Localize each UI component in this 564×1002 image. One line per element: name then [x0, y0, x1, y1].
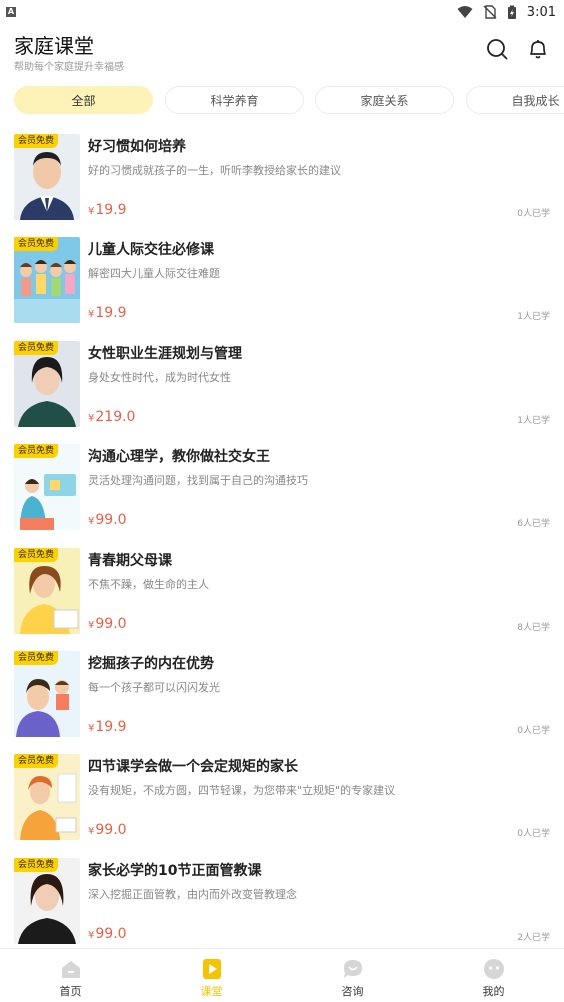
course-title: 家长必学的10节正面管教课 [88, 862, 262, 879]
play-icon [201, 958, 223, 980]
course-price: ¥99.0 [88, 615, 127, 632]
course-description: 灵活处理沟通问题，找到属于自己的沟通技巧 [88, 474, 308, 488]
course-price: ¥219.0 [88, 408, 136, 425]
course-description: 好的习惯成就孩子的一生，听听李教授给家长的建议 [88, 164, 341, 177]
status-time: 3:01 [526, 4, 556, 20]
course-title: 青春期父母课 [88, 552, 172, 569]
page-header: 家庭课堂 帮助每个家庭提升幸福感 [0, 26, 564, 76]
vip-free-badge: 会员免费 [14, 857, 59, 872]
course-item[interactable]: 会员免费 四节课学会做一个会定规矩的家长 没有规矩，不成方圆，四节轻课，为您带来… [0, 752, 564, 855]
status-bar: A 3:01 [0, 0, 564, 24]
search-icon [487, 39, 508, 60]
course-item[interactable]: 会员免费 女性职业生涯规划与管理 身处女性时代，成为时代女性 ¥219.0 1人… [0, 339, 564, 442]
course-price: ¥99.0 [88, 925, 127, 942]
learner-count: 8人已学 [517, 622, 550, 633]
chat-icon [342, 958, 364, 980]
notification-button[interactable] [525, 36, 551, 62]
course-thumbnail: 会员免费 [14, 340, 80, 427]
course-list: 会员免费 好习惯如何培养 好的习惯成就孩子的一生，听听李教授给家长的建议 ¥19… [0, 132, 564, 959]
course-item[interactable]: 会员免费 好习惯如何培养 好的习惯成就孩子的一生，听听李教授给家长的建议 ¥19… [0, 132, 564, 235]
course-thumbnail: 会员免费 [14, 650, 80, 737]
nav-label: 课堂 [200, 985, 223, 998]
course-description: 身处女性时代，成为时代女性 [88, 370, 231, 384]
tab-all[interactable]: 全部 [14, 86, 153, 114]
course-thumbnail: 会员免费 [14, 857, 80, 944]
learner-count: 1人已学 [517, 312, 550, 323]
learner-count: 0人已学 [517, 209, 550, 219]
course-title: 挖掘孩子的内在优势 [88, 655, 214, 672]
course-description: 不焦不躁，做生命的主人 [88, 577, 209, 591]
no-sim-icon [483, 5, 497, 19]
course-title: 沟通心理学，教你做社交女王 [88, 449, 270, 466]
nav-profile[interactable]: 我的 [423, 949, 564, 1002]
course-item[interactable]: 会员免费 儿童人际交往必修课 解密四大儿童人际交往难题 ¥19.9 1人已学 [0, 235, 564, 338]
course-thumbnail: 会员免费 [14, 754, 80, 841]
vip-free-badge: 会员免费 [14, 650, 59, 665]
nav-home[interactable]: 首页 [0, 949, 141, 1002]
vip-free-badge: 会员免费 [14, 340, 59, 355]
course-description: 深入挖掘正面管教，由内而外改变管教理念 [88, 887, 297, 901]
course-item[interactable]: 会员免费 青春期父母课 不焦不躁，做生命的主人 ¥99.0 8人已学 [0, 546, 564, 649]
tab-self-growth[interactable]: 自我成长 [466, 86, 564, 114]
course-title: 四节课学会做一个会定规矩的家长 [88, 759, 298, 776]
nav-classroom[interactable]: 课堂 [141, 949, 282, 1002]
nav-consult[interactable]: 咨询 [282, 949, 423, 1002]
page-title: 家庭课堂 [14, 34, 94, 58]
learner-count: 6人已学 [517, 519, 550, 530]
course-price: ¥99.0 [88, 512, 127, 529]
nav-label: 我的 [482, 985, 505, 998]
vip-free-badge: 会员免费 [14, 754, 59, 769]
tab-science-parenting[interactable]: 科学养育 [165, 86, 304, 114]
course-thumbnail: 会员免费 [14, 444, 80, 531]
category-tabs: 全部 科学养育 家庭关系 自我成长 [14, 86, 564, 116]
learner-count: 2人已学 [517, 932, 550, 943]
course-price: ¥19.9 [88, 305, 127, 322]
bell-icon [530, 40, 546, 59]
course-item[interactable]: 会员免费 挖掘孩子的内在优势 每一个孩子都可以闪闪发光 ¥19.9 0人已学 [0, 649, 564, 752]
course-item[interactable]: 会员免费 家长必学的10节正面管教课 深入挖掘正面管教，由内而外改变管教理念 ¥… [0, 856, 564, 959]
learner-count: 0人已学 [517, 725, 550, 736]
learner-count: 0人已学 [517, 829, 550, 840]
course-price: ¥99.0 [88, 822, 127, 839]
course-price: ¥19.9 [88, 202, 127, 218]
course-price: ¥19.9 [88, 718, 127, 735]
course-title: 儿童人际交往必修课 [88, 242, 214, 259]
learner-count: 1人已学 [517, 415, 550, 426]
course-title: 女性职业生涯规划与管理 [88, 345, 242, 362]
course-thumbnail: 会员免费 [14, 237, 80, 324]
home-icon [60, 958, 82, 980]
vip-free-badge: 会员免费 [14, 134, 59, 148]
bottom-nav: 首页 课堂 咨询 我的 [0, 948, 564, 1002]
tab-family-relations[interactable]: 家庭关系 [315, 86, 454, 114]
course-item[interactable]: 会员免费 沟通心理学，教你做社交女王 灵活处理沟通问题，找到属于自己的沟通技巧 … [0, 442, 564, 545]
search-button[interactable] [484, 36, 510, 62]
vip-free-badge: 会员免费 [14, 547, 59, 562]
course-description: 每一个孩子都可以闪闪发光 [88, 680, 220, 694]
vip-free-badge: 会员免费 [14, 237, 59, 252]
course-thumbnail: 会员免费 [14, 134, 80, 220]
nav-label: 首页 [59, 985, 82, 998]
course-description: 解密四大儿童人际交往难题 [88, 267, 220, 281]
profile-icon [483, 958, 505, 980]
nav-label: 咨询 [341, 985, 364, 998]
course-description: 没有规矩，不成方圆，四节轻课，为您带来"立规矩"的专家建议 [88, 784, 396, 798]
wifi-icon [457, 6, 473, 18]
page-subtitle: 帮助每个家庭提升幸福感 [14, 62, 124, 73]
course-thumbnail: 会员免费 [14, 547, 80, 634]
course-title: 好习惯如何培养 [88, 139, 186, 155]
vip-free-badge: 会员免费 [14, 444, 59, 459]
battery-charging-icon [507, 5, 516, 19]
notification-a-icon: A [6, 7, 16, 17]
